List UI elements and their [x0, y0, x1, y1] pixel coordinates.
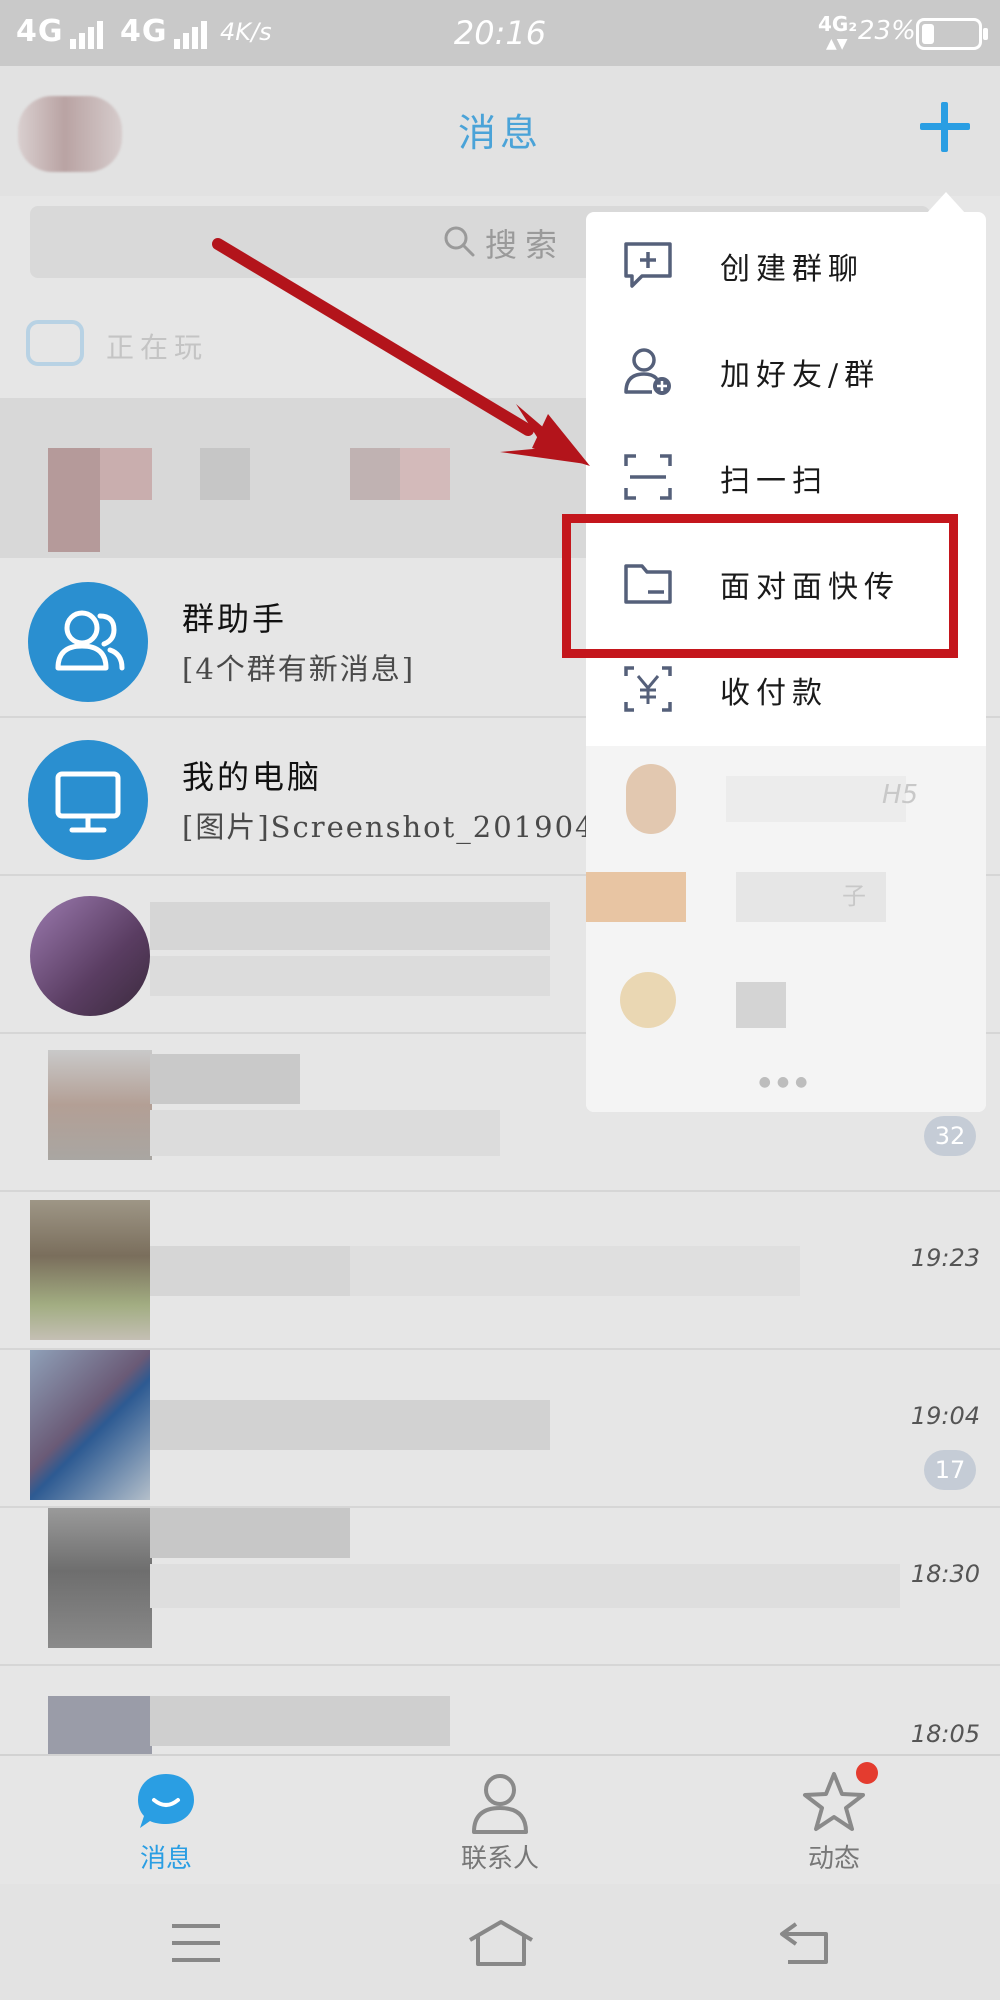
blurred-avatar — [30, 1200, 150, 1340]
status-time: 20:16 — [453, 14, 547, 52]
more-dots-icon[interactable]: ●●● — [586, 1074, 986, 1090]
data-activity-icon: ▲▼ — [826, 36, 848, 52]
blurred-text: 子 — [842, 882, 866, 910]
blurred-content — [350, 448, 400, 500]
blurred-avatar — [626, 764, 676, 834]
conversation-time: 19:23 — [910, 1244, 980, 1272]
blurred-content — [48, 448, 100, 552]
conversation-name: 我的电脑 — [182, 758, 323, 796]
conversation-time: 18:05 — [910, 1720, 980, 1748]
blurred-content — [736, 982, 786, 1028]
blurred-content — [150, 902, 550, 950]
group-people-icon — [55, 610, 125, 671]
blurred-content — [100, 448, 152, 500]
blurred-avatar — [48, 1696, 152, 1754]
tab-label: 消息 — [139, 1844, 192, 1874]
conversation-preview: [4个群有新消息] — [182, 652, 416, 686]
contacts-person-icon — [472, 1774, 528, 1834]
home-icon[interactable] — [466, 1918, 536, 1968]
add-plus-icon[interactable] — [920, 102, 970, 152]
blurred-avatar — [48, 1508, 152, 1648]
search-placeholder: 搜索 — [485, 226, 566, 264]
battery-percent: 23% — [858, 16, 916, 46]
group-assistant-avatar — [28, 582, 148, 702]
conversation-row[interactable]: 18:05 — [0, 1666, 1000, 1754]
menu-item-label: 创建群聊 — [720, 252, 864, 287]
blurred-content — [150, 1564, 900, 1608]
signal-2-label: 4G — [120, 14, 168, 49]
blurred-content — [726, 776, 906, 822]
menu-item-label: 扫一扫 — [720, 464, 828, 499]
network-speed: 4K/s — [220, 18, 272, 46]
my-computer-avatar — [28, 740, 148, 860]
menu-item-create-group-chat[interactable]: 创建群聊 — [586, 212, 986, 318]
bottom-tab-bar: 消息 联系人 动态 — [0, 1754, 1000, 1884]
blurred-content — [150, 1400, 550, 1450]
blurred-avatar — [30, 1350, 150, 1500]
create-group-chat-icon — [624, 242, 672, 288]
popup-caret — [926, 192, 966, 214]
now-playing-label: 正在玩 — [106, 331, 209, 364]
plus-popup-menu: 创建群聊 加好友/群 扫一扫 面对面快传 收付款 H5 子 ●●● — [586, 212, 986, 1112]
blurred-content — [350, 1246, 800, 1296]
unread-badge: 32 — [924, 1116, 976, 1156]
signal-bars-icon — [173, 14, 210, 49]
menu-item-add-friend[interactable]: 加好友/群 — [586, 318, 986, 424]
blurred-avatar — [30, 896, 150, 1016]
blurred-content — [150, 956, 550, 996]
tab-label: 动态 — [807, 1844, 860, 1874]
menu-item-label: 收付款 — [720, 676, 828, 711]
blurred-text: H5 — [882, 780, 919, 810]
menu-icon[interactable] — [166, 1918, 226, 1968]
menu-item-label: 加好友/群 — [720, 358, 881, 393]
message-bubble-icon — [138, 1774, 194, 1828]
conversation-time: 19:04 — [910, 1402, 980, 1430]
blurred-avatar — [620, 972, 676, 1028]
blurred-content — [400, 448, 450, 500]
gamepad-icon — [26, 320, 84, 366]
blurred-content — [150, 1246, 350, 1296]
status-bar: 4G 4G 4K/s 20:16 4G₂ ▲▼ 23% — [0, 0, 1000, 66]
monitor-icon — [55, 771, 121, 833]
search-icon — [444, 226, 475, 257]
blurred-content — [150, 1110, 500, 1156]
highlight-box — [562, 514, 958, 658]
tab-messages[interactable]: 消息 — [66, 1756, 266, 1886]
blurred-content — [150, 1508, 350, 1558]
conversation-row[interactable]: 19:04 17 — [0, 1350, 1000, 1508]
scan-icon — [624, 454, 672, 500]
back-icon[interactable] — [776, 1918, 836, 1968]
signal-bars-icon — [69, 14, 106, 49]
blurred-avatar — [586, 872, 686, 922]
network-type: 4G₂ — [818, 12, 858, 36]
app-header: 消息 — [0, 66, 1000, 196]
signal-indicator-1: 4G — [16, 14, 106, 49]
payment-yuan-icon — [624, 666, 672, 712]
add-friend-icon — [624, 348, 671, 395]
conversation-preview: [图片]Screenshot_2019042 — [182, 810, 616, 844]
tab-feed[interactable]: 动态 — [734, 1756, 934, 1886]
conversation-row[interactable]: 19:23 — [0, 1192, 1000, 1350]
conversation-name: 群助手 — [182, 600, 288, 638]
page-title: 消息 — [457, 111, 542, 155]
signal-1-label: 4G — [16, 14, 64, 49]
tab-contacts[interactable]: 联系人 — [400, 1756, 600, 1886]
blurred-content — [150, 1696, 450, 1746]
blurred-content — [150, 1054, 300, 1104]
tab-label: 联系人 — [460, 1844, 539, 1874]
blurred-content — [200, 448, 250, 500]
conversation-time: 18:30 — [910, 1560, 980, 1588]
unread-badge: 17 — [924, 1450, 976, 1490]
notification-dot — [856, 1762, 878, 1784]
signal-indicator-2: 4G — [120, 14, 210, 49]
conversation-row[interactable]: 18:30 — [0, 1508, 1000, 1666]
battery-icon — [916, 18, 988, 50]
blurred-recent-list: H5 子 — [586, 746, 986, 1112]
blurred-avatar — [48, 1050, 152, 1160]
system-nav-bar — [0, 1884, 1000, 2000]
